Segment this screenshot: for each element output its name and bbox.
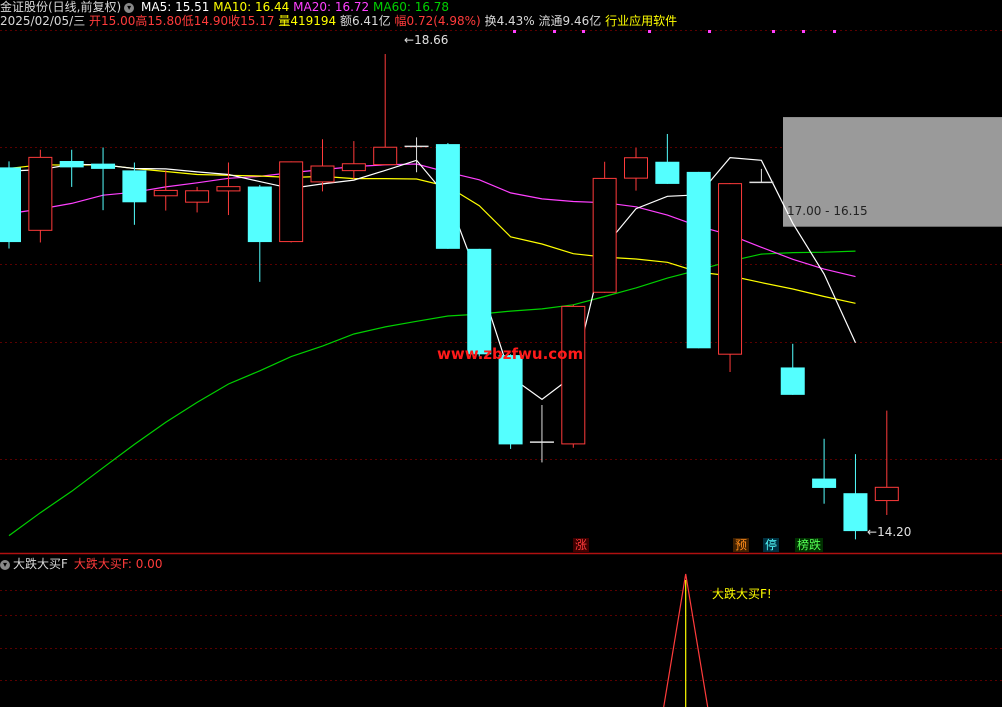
candle-body-up bbox=[153, 189, 178, 197]
info-marker bbox=[802, 30, 805, 33]
volume-value: 量419194 bbox=[278, 14, 337, 28]
candle-body-up bbox=[561, 305, 586, 445]
info-marker bbox=[772, 30, 775, 33]
high-value: 高15.80 bbox=[135, 14, 182, 28]
high-price-label: ←18.66 bbox=[404, 33, 448, 47]
candle-body-down bbox=[91, 163, 116, 169]
candle-body-down bbox=[59, 161, 84, 168]
tag-limit-up[interactable]: 涨 bbox=[573, 538, 590, 552]
candle-body-up bbox=[373, 146, 398, 166]
tag-rank-drop[interactable]: 榜跌 bbox=[795, 538, 824, 552]
low-price-label: ←14.20 bbox=[867, 525, 911, 539]
candle-body-up bbox=[624, 157, 648, 179]
indicator-header: ▾ 大跌大买F 大跌大买F: 0.00 bbox=[0, 556, 162, 572]
open-value: 开15.00 bbox=[89, 14, 136, 28]
candle-body-up bbox=[279, 161, 304, 243]
indicator-name[interactable]: 大跌大买F bbox=[13, 557, 68, 571]
arrow-left-icon: ← bbox=[404, 33, 415, 47]
float-value: 流通9.46亿 bbox=[538, 14, 602, 28]
ma20-value: MA20: 16.72 bbox=[293, 0, 370, 14]
low-value: 低14.90 bbox=[181, 14, 229, 28]
indicator-value: 大跌大买F: 0.00 bbox=[73, 557, 163, 571]
change-value: 幅0.72(4.98%) bbox=[394, 14, 481, 28]
watermark: www.zbzfwu.com bbox=[437, 345, 584, 363]
info-marker bbox=[833, 30, 836, 33]
tag-suspend[interactable]: 停 bbox=[763, 538, 780, 552]
amount-value: 额6.41亿 bbox=[339, 14, 391, 28]
chevron-down-icon[interactable]: ▾ bbox=[0, 559, 10, 570]
info-marker bbox=[582, 30, 585, 33]
arrow-left-icon: ← bbox=[867, 525, 878, 539]
candle-body-up bbox=[216, 186, 241, 192]
stock-title[interactable]: 金证股份(日线,前复权) bbox=[0, 0, 121, 14]
chevron-down-icon[interactable]: ▾ bbox=[124, 2, 135, 13]
candle-body-up bbox=[874, 486, 899, 502]
tag-forecast[interactable]: 预 bbox=[733, 538, 750, 552]
info-marker bbox=[553, 30, 556, 33]
industry-value[interactable]: 行业应用软件 bbox=[605, 14, 677, 28]
info-marker bbox=[708, 30, 711, 33]
candle-body-down bbox=[843, 493, 868, 532]
info-marker bbox=[513, 30, 516, 33]
candle-body-down bbox=[498, 355, 523, 445]
signal-label: 大跌大买F! bbox=[712, 587, 772, 601]
turnover-value: 换4.43% bbox=[484, 14, 535, 28]
candle-body-down bbox=[435, 144, 460, 249]
ma60-value: MA60: 16.78 bbox=[373, 0, 450, 14]
ma10-value: MA10: 16.44 bbox=[213, 0, 290, 14]
candle-body-up bbox=[310, 165, 335, 183]
candle-body-up bbox=[341, 163, 366, 172]
candle-body-down bbox=[467, 248, 492, 355]
candle-body-down bbox=[0, 167, 21, 243]
candle-body-up bbox=[592, 177, 617, 293]
candle-body-up bbox=[185, 190, 210, 203]
candle-body-up bbox=[28, 156, 53, 231]
high-price-text: 18.66 bbox=[414, 33, 449, 47]
ma5-value: MA5: 15.51 bbox=[141, 0, 210, 14]
low-price-text: 14.20 bbox=[877, 525, 912, 539]
candle-body-down bbox=[122, 170, 147, 203]
close-value: 收15.17 bbox=[228, 14, 275, 28]
candle-body-down bbox=[655, 161, 680, 184]
range-label: 17.00 - 16.15 bbox=[787, 204, 868, 218]
candle-body-up bbox=[718, 183, 743, 355]
info-marker bbox=[648, 30, 651, 33]
chart-header-line: 金证股份(日线,前复权) ▾ MA5: 15.51 MA10: 16.44 MA2… bbox=[0, 0, 449, 14]
candle-body-down bbox=[247, 186, 272, 243]
candle-body-down bbox=[686, 171, 711, 349]
date-label: 2025/02/05/三 bbox=[0, 14, 86, 28]
candle-body-down bbox=[780, 367, 805, 395]
ohlc-line: 2025/02/05/三 开15.00高15.80低14.90收15.17 量4… bbox=[0, 14, 677, 28]
candle-body-down bbox=[812, 478, 837, 488]
